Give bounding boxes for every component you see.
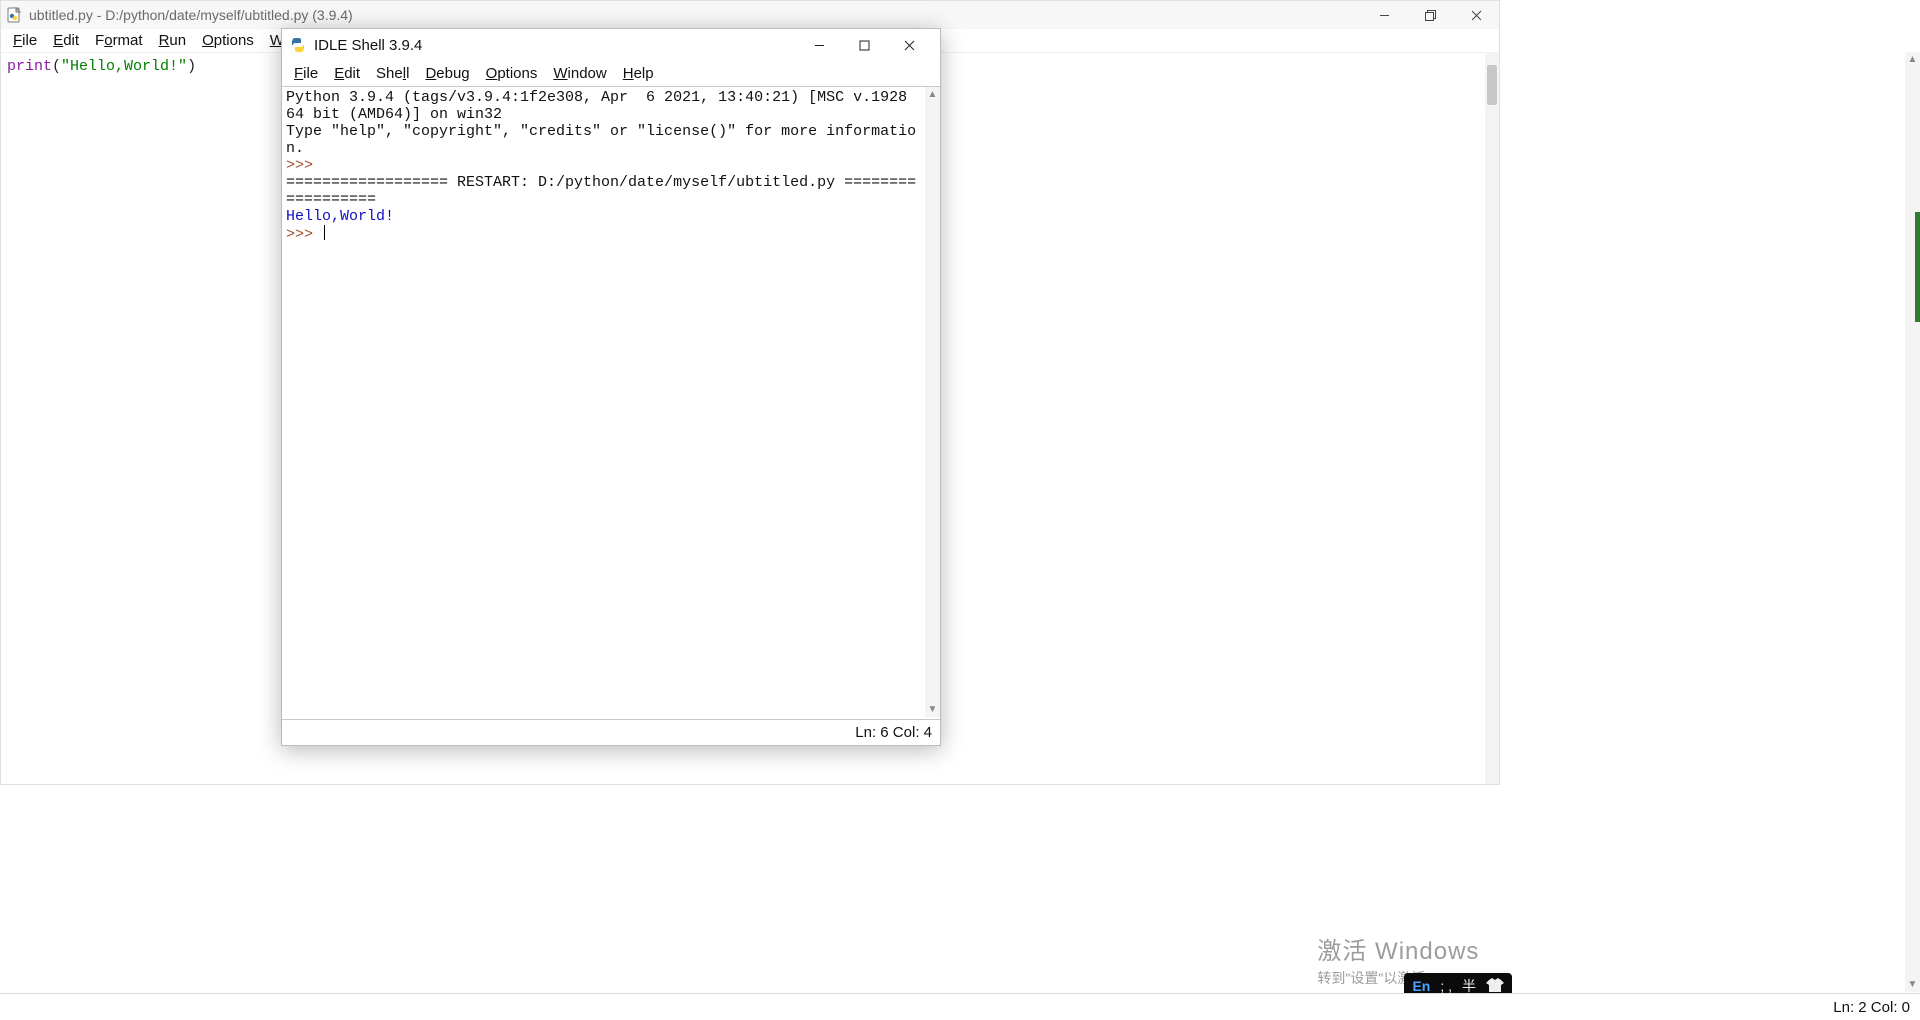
watermark-title: 激活 Windows	[1317, 931, 1500, 966]
shell-window: IDLE Shell 3.9.4 File Edit Shell Debug O…	[281, 28, 941, 746]
code-lpar: (	[52, 58, 61, 75]
menu-edit[interactable]: Edit	[45, 31, 87, 50]
python-file-icon	[7, 7, 23, 23]
editor-title: ubtitled.py - D:/python/date/myself/ubti…	[29, 7, 1493, 23]
menu-options[interactable]: Options	[194, 31, 262, 50]
main-scrollbar[interactable]: ▲ ▼	[1905, 52, 1920, 992]
menu-help[interactable]: Help	[615, 64, 662, 83]
shell-statusbar: Ln: 6 Col: 4	[282, 719, 940, 745]
code-fn: print	[7, 58, 52, 75]
code-str: "Hello,World!"	[61, 58, 187, 75]
shell-window-controls	[797, 29, 932, 61]
maximize-button[interactable]	[842, 29, 887, 61]
code-rpar: )	[187, 58, 196, 75]
editor-cursor-position: Ln: 2 Col: 0	[1833, 999, 1910, 1016]
editor-titlebar[interactable]: ubtitled.py - D:/python/date/myself/ubti…	[1, 1, 1499, 29]
minimize-button[interactable]	[1361, 1, 1407, 29]
close-button[interactable]	[887, 29, 932, 61]
menu-file[interactable]: File	[5, 31, 45, 50]
shell-banner-1: Python 3.9.4 (tags/v3.9.4:1f2e308, Apr 6…	[286, 89, 916, 123]
text-cursor	[324, 225, 325, 240]
shell-textarea[interactable]: Python 3.9.4 (tags/v3.9.4:1f2e308, Apr 6…	[282, 87, 925, 717]
shell-menubar: File Edit Shell Debug Options Window Hel…	[282, 61, 940, 87]
scroll-down-icon[interactable]: ▼	[1905, 977, 1920, 992]
side-grip[interactable]	[1915, 212, 1920, 322]
shell-output: Hello,World!	[286, 208, 394, 225]
menu-run[interactable]: Run	[151, 31, 195, 50]
shell-cursor-position: Ln: 6 Col: 4	[855, 724, 932, 741]
scroll-down-icon[interactable]: ▼	[925, 702, 940, 717]
shell-banner-2: Type "help", "copyright", "credits" or "…	[286, 123, 916, 157]
ime-language: En	[1412, 978, 1430, 994]
shell-titlebar[interactable]: IDLE Shell 3.9.4	[282, 29, 940, 61]
shell-scrollbar[interactable]: ▲ ▼	[925, 87, 940, 717]
editor-window-controls	[1361, 1, 1499, 29]
shell-prompt: >>>	[286, 226, 322, 243]
menu-options[interactable]: Options	[478, 64, 546, 83]
close-button[interactable]	[1453, 1, 1499, 29]
editor-statusbar: Ln: 2 Col: 0	[0, 993, 1920, 1020]
shell-title: IDLE Shell 3.9.4	[314, 37, 797, 54]
scrollbar-thumb[interactable]	[1487, 65, 1497, 105]
menu-file[interactable]: File	[286, 64, 326, 83]
menu-window[interactable]: Window	[545, 64, 614, 83]
shell-prompt: >>>	[286, 157, 322, 174]
python-icon	[290, 37, 306, 53]
ime-punct: ; ,	[1440, 978, 1452, 994]
minimize-button[interactable]	[797, 29, 842, 61]
maximize-button[interactable]	[1407, 1, 1453, 29]
menu-format[interactable]: Format	[87, 31, 151, 50]
shell-restart-line: ================== RESTART: D:/python/da…	[286, 174, 916, 208]
menu-edit[interactable]: Edit	[326, 64, 368, 83]
editor-scrollbar[interactable]	[1485, 53, 1499, 784]
shirt-icon	[1486, 978, 1504, 995]
scroll-up-icon[interactable]: ▲	[1905, 52, 1920, 67]
menu-shell[interactable]: Shell	[368, 64, 417, 83]
menu-debug[interactable]: Debug	[417, 64, 477, 83]
scroll-up-icon[interactable]: ▲	[925, 87, 940, 102]
